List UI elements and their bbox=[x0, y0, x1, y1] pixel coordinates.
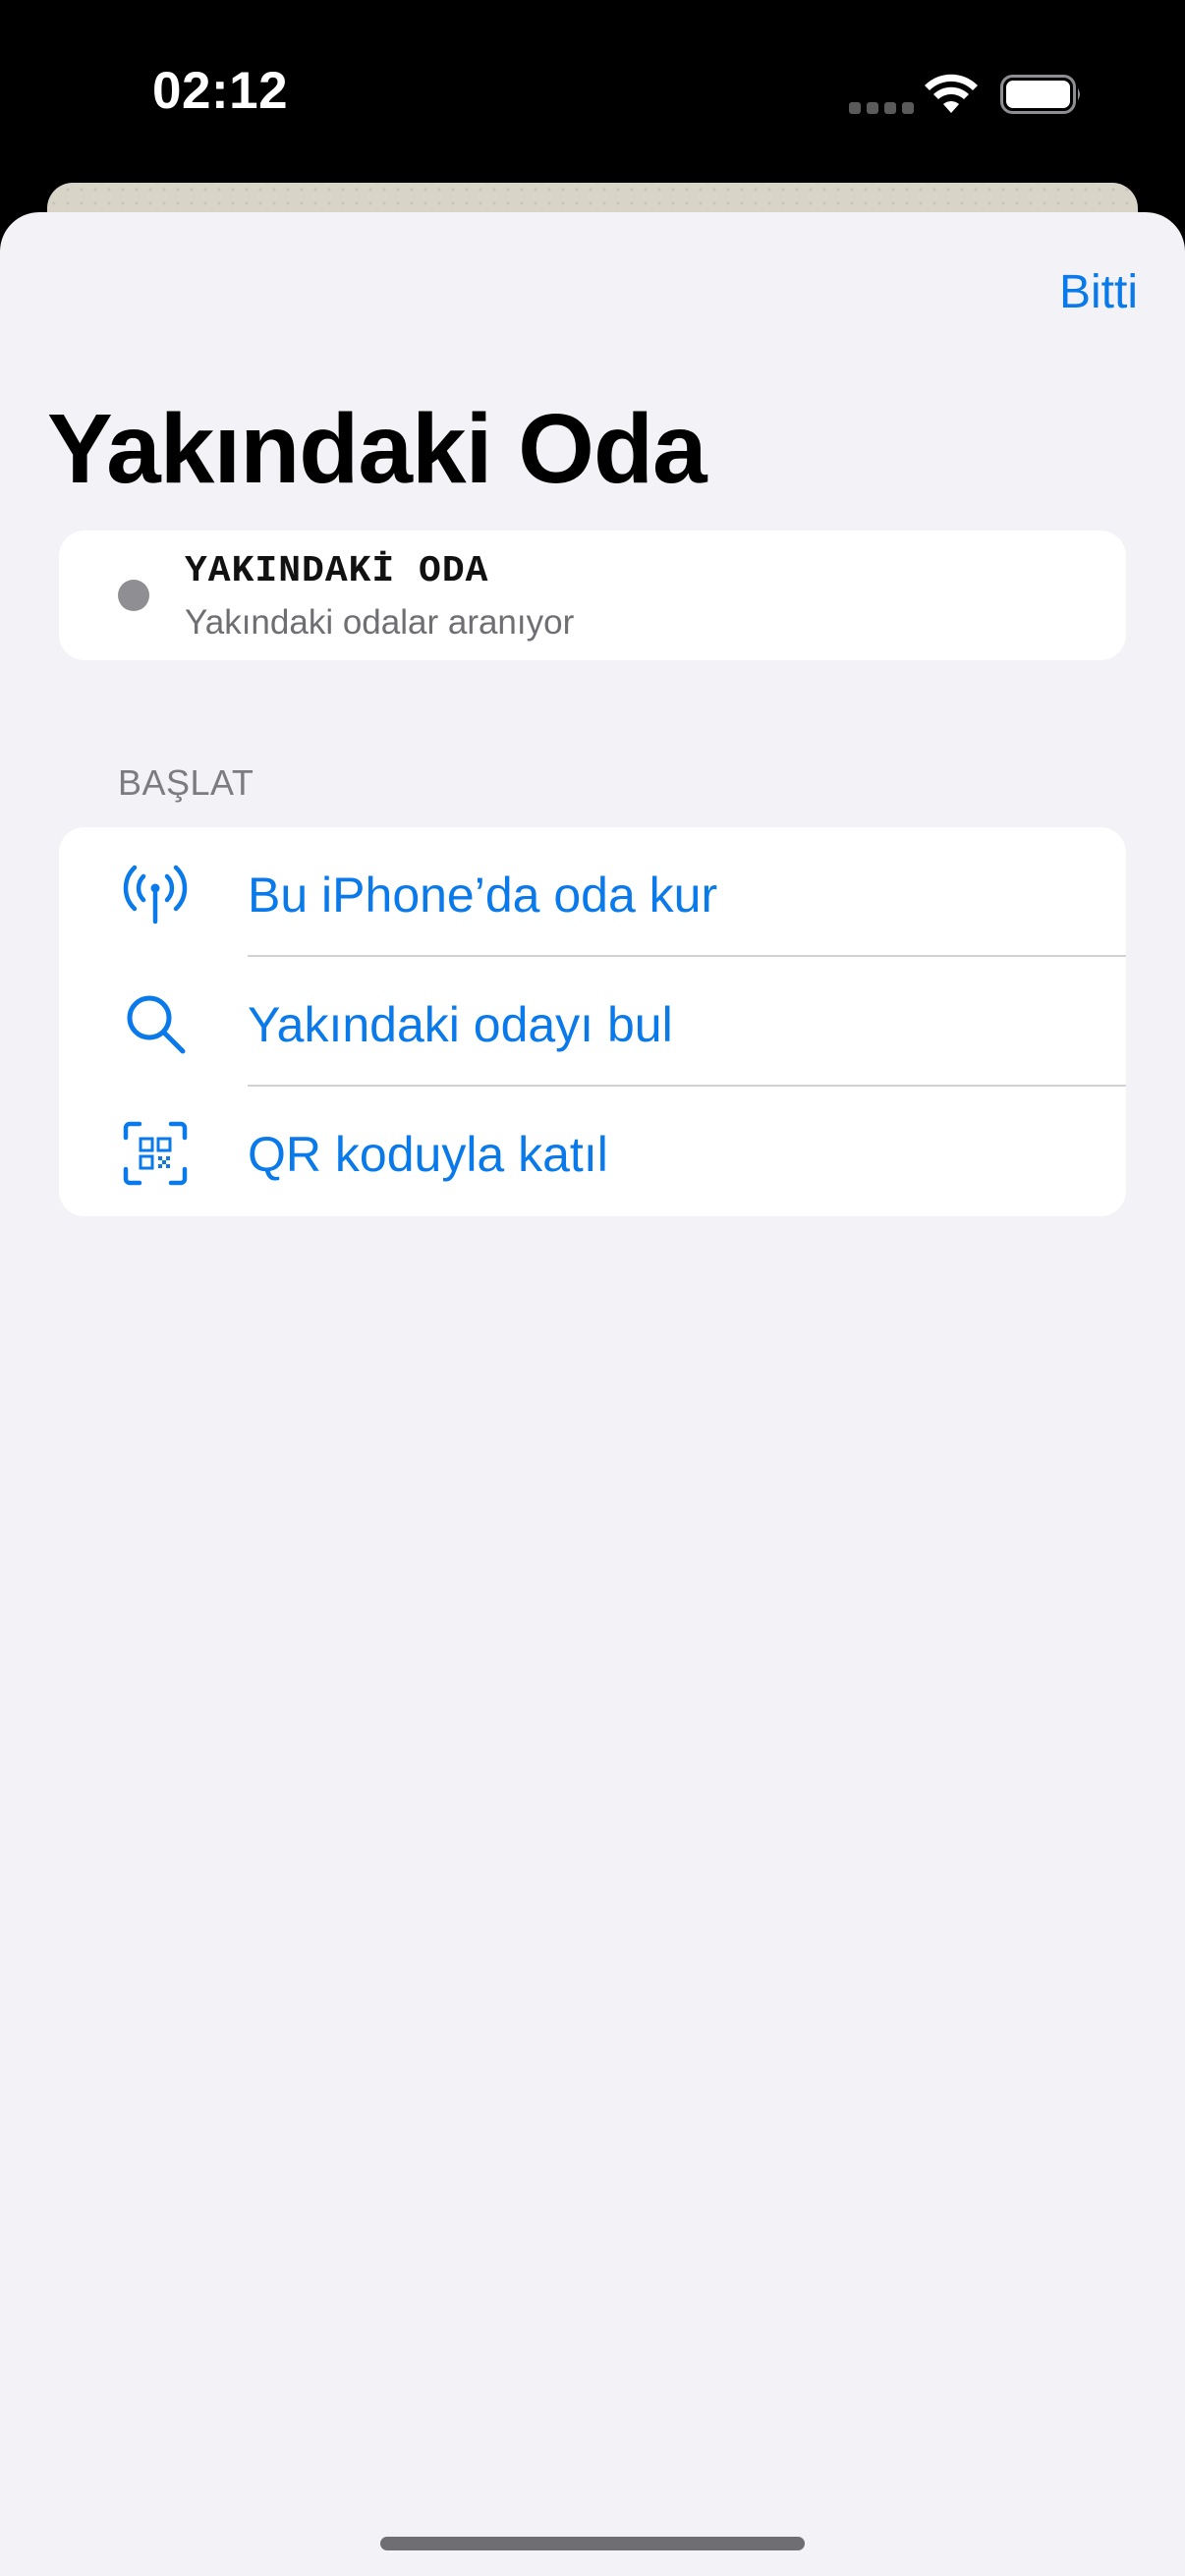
wifi-icon bbox=[925, 74, 978, 113]
done-button[interactable]: Bitti bbox=[1059, 265, 1138, 319]
start-actions-list: Bu iPhone’da oda kur Yakındaki odayı bul bbox=[59, 827, 1126, 1216]
screen: 02:12 Bitti Yakındaki Oda YAKINDAKİ ODA … bbox=[0, 0, 1185, 2576]
join-with-qr-label: QR koduyla katıl bbox=[248, 1127, 608, 1182]
status-label: YAKINDAKİ ODA bbox=[185, 550, 489, 592]
find-room-label: Yakındaki odayı bul bbox=[248, 997, 673, 1052]
home-indicator[interactable] bbox=[380, 2537, 805, 2550]
nearby-room-status-card: YAKINDAKİ ODA Yakındaki odalar aranıyor bbox=[59, 531, 1126, 660]
battery-icon bbox=[1000, 75, 1080, 114]
nearby-room-sheet: Bitti Yakındaki Oda YAKINDAKİ ODA Yakınd… bbox=[0, 212, 1185, 2576]
status-indicator-dot bbox=[118, 580, 149, 611]
status-subtitle: Yakındaki odalar aranıyor bbox=[185, 603, 575, 642]
host-room-label: Bu iPhone’da oda kur bbox=[248, 868, 718, 923]
magnifying-glass-icon bbox=[127, 995, 186, 1054]
section-header-start: BAŞLAT bbox=[118, 762, 254, 803]
page-title: Yakındaki Oda bbox=[47, 394, 707, 504]
host-room-button[interactable]: Bu iPhone’da oda kur bbox=[59, 827, 1126, 957]
find-room-button[interactable]: Yakındaki odayı bul bbox=[59, 957, 1126, 1087]
cellular-signal-icon bbox=[849, 102, 914, 114]
status-time: 02:12 bbox=[152, 62, 289, 120]
status-bar: 02:12 bbox=[0, 0, 1185, 187]
qr-code-viewfinder-icon bbox=[123, 1121, 188, 1186]
antenna-broadcast-icon bbox=[123, 865, 188, 924]
join-with-qr-button[interactable]: QR koduyla katıl bbox=[59, 1087, 1126, 1216]
